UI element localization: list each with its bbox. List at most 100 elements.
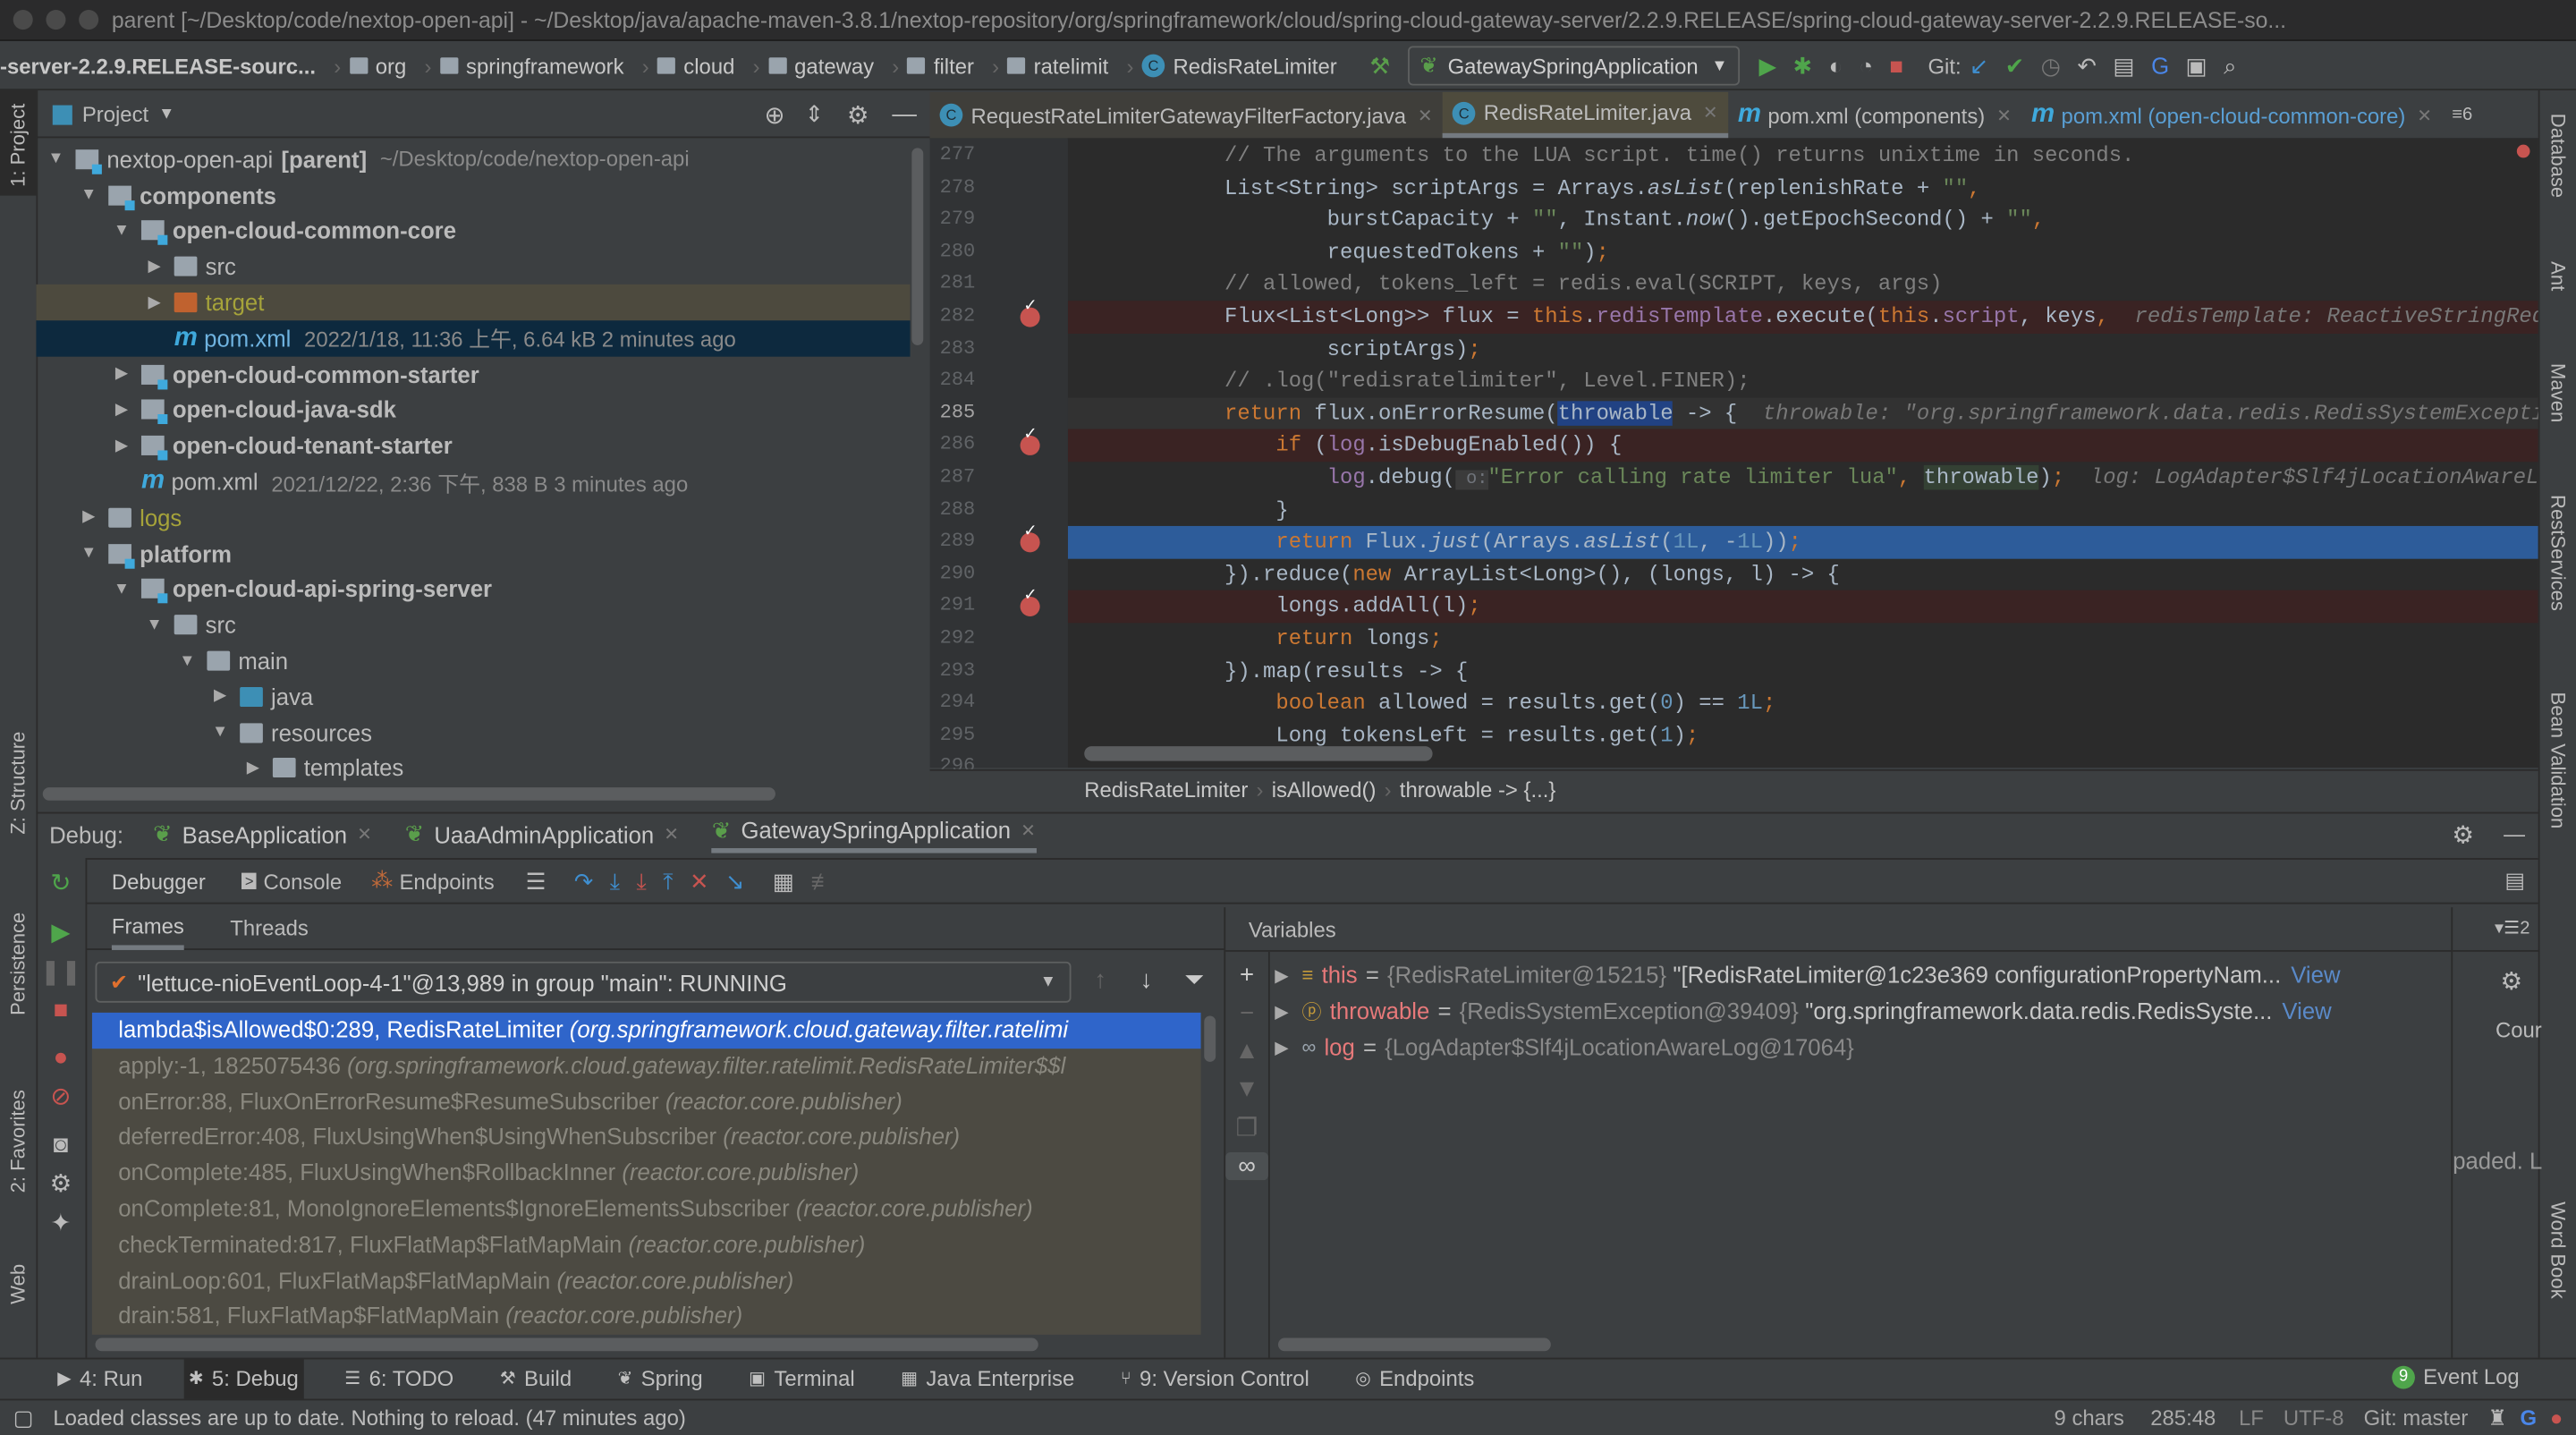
favorites-tool-button[interactable]: 2: Favorites [6,1090,30,1193]
maximize-window-button[interactable] [79,10,99,30]
code-line[interactable]: boolean allowed = results.get(0) == 1L; [1068,687,2538,719]
event-log-button[interactable]: 9 Event Log [2392,1364,2520,1389]
hide-panel-icon[interactable]: — [892,100,917,128]
error-stripe-icon[interactable] [2516,144,2530,158]
project-vertical-scrollbar[interactable] [911,141,927,783]
maven-tool-button[interactable]: Maven [2546,363,2570,422]
evaluate-expression-icon[interactable]: ▦ [773,867,794,895]
expand-arrow-icon[interactable]: ▼ [145,616,165,634]
line-separator[interactable]: LF [2239,1405,2264,1431]
code-line[interactable]: } [1068,494,2538,526]
build-hammer-icon[interactable]: ⚒ [1369,52,1390,80]
code-line[interactable]: if (log.isDebugEnabled()) { [1067,429,2538,463]
tree-item[interactable]: ▼ resources [36,715,910,751]
code-line[interactable]: requestedTokens + ""); [1068,236,2538,268]
nav-crumb[interactable]: cloud [657,54,734,78]
tree-item[interactable]: ▶ templates [36,751,910,783]
settings-icon[interactable]: ⚙ [36,1168,85,1198]
tool-window-run[interactable]: ▶ 4: Run [53,1359,148,1398]
code-line[interactable]: burstCapacity + "", Instant.now().getEpo… [1068,204,2538,236]
nav-crumb[interactable]: C RedisRateLimiter [1141,54,1337,78]
list-icon[interactable]: ▾☰ [2495,919,2520,938]
move-down-icon[interactable]: ▼ [1225,1075,1268,1103]
editor-breadcrumb-item[interactable]: throwable -> {...} [1400,777,1556,802]
editor-horizontal-scrollbar[interactable] [1084,746,1433,761]
tree-item[interactable]: ▼ platform [36,536,910,572]
google-icon[interactable]: G [2521,1405,2538,1431]
expand-arrow-icon[interactable]: ▶ [210,688,230,706]
database-tool-button[interactable]: Database [2546,114,2570,198]
tool-window-terminal[interactable]: ▣ Terminal [744,1359,860,1398]
word-book-tool-button[interactable]: Word Book [2546,1201,2570,1299]
stack-frame[interactable]: onError:88, FluxOnErrorResume$ResumeSubs… [92,1084,1201,1120]
expand-arrow-icon[interactable]: ▼ [210,724,230,742]
force-step-into-icon[interactable]: ⤓ [637,867,647,895]
tree-item[interactable]: m pom.xml 2021/12/22, 2:36 下午, 838 B 3 min… [36,463,910,499]
code-line[interactable]: // .log("redisratelimiter", Level.FINER)… [1068,365,2538,397]
tool-window-vcs[interactable]: ⑂ 9: Version Control [1115,1359,1314,1398]
frames-horizontal-scrollbar[interactable] [95,1337,1038,1352]
tree-item[interactable]: ▼ src [36,607,910,643]
nav-crumb[interactable]: gateway [767,54,874,78]
restservices-tool-button[interactable]: RestServices [2546,495,2570,611]
add-watch-icon[interactable]: + [1225,962,1268,989]
tool-window-javaee[interactable]: ▦ Java Enterprise [896,1359,1080,1398]
code-line[interactable]: // allowed, tokens_left = redis.eval(SCR… [1068,268,2538,301]
view-breakpoints-icon[interactable]: ● [36,1044,85,1072]
tree-item[interactable]: ▶ src [36,249,910,284]
expand-arrow-icon[interactable]: ▶ [1275,1000,1289,1022]
tool-window-endpoints[interactable]: ◎ Endpoints [1351,1359,1479,1398]
previous-frame-icon[interactable]: ↑ [1094,966,1106,994]
bean-validation-tool-button[interactable]: Bean Validation [2546,692,2570,829]
threads-tab[interactable]: Threads [230,915,309,940]
error-notification-icon[interactable]: ● [2550,1405,2563,1431]
code-line[interactable]: Flux<List<Long>> flux = this.redisTempla… [1067,301,2538,334]
drop-frame-icon[interactable]: ✕ [690,867,709,895]
collapse-all-icon[interactable]: ⇕ [805,100,825,128]
code-line[interactable]: List<String> scriptArgs = Arrays.asList(… [1068,172,2538,204]
show-watches-icon[interactable]: ∞ [1225,1151,1268,1181]
translate-icon[interactable]: G [2151,53,2169,79]
expand-arrow-icon[interactable]: ▶ [1275,964,1289,985]
persistence-tool-button[interactable]: Persistence [6,913,30,1015]
git-commit-icon[interactable]: ✔ [2005,52,2025,80]
tree-item[interactable]: m pom.xml 2022/1/18, 11:36 上午, 6.64 kB 2 m… [36,320,911,357]
file-encoding[interactable]: UTF-8 [2284,1405,2344,1431]
editor-tab[interactable]: C RedisRateLimiter.java ✕ [1442,91,1728,139]
gear-icon[interactable]: ⚙ [2500,966,2522,996]
editor-tab[interactable]: m pom.xml (components) ✕ [1728,92,2021,138]
code-line[interactable]: }).reduce(new ArrayList<Long>(), (longs,… [1068,558,2538,590]
variable-row[interactable]: ▶ ⓟ throwable = {RedisSystemException@39409}… [1275,993,2425,1029]
move-up-icon[interactable]: ▲ [1225,1037,1268,1065]
expand-arrow-icon[interactable]: ▶ [112,365,131,383]
code-line[interactable]: return longs; [1068,623,2538,655]
editor-breadcrumb-item[interactable]: isAllowed() [1272,777,1377,802]
stop-icon[interactable]: ■ [36,996,85,1023]
variables-scrollbar[interactable] [1277,1337,1551,1352]
tree-item[interactable]: ▼ open-cloud-api-spring-server [36,572,910,607]
git-history-icon[interactable]: ◷ [2041,52,2061,80]
ant-tool-button[interactable]: Ant [2546,261,2570,291]
expand-arrow-icon[interactable]: ▶ [243,760,263,777]
stack-frame[interactable]: deferredError:408, FluxUsingWhen$UsingWh… [92,1120,1201,1156]
git-branch[interactable]: Git: master [2364,1405,2469,1431]
expand-arrow-icon[interactable]: ▶ [79,508,98,526]
editor-tab[interactable]: C RequestRateLimiterGatewayFilterFactory.… [929,91,1443,139]
close-tab-icon[interactable]: ✕ [2417,105,2432,126]
layout-icon[interactable]: ☰ [526,867,547,895]
close-tab-icon[interactable]: ✕ [357,823,372,845]
caret-position[interactable]: 285:48 [2150,1405,2216,1431]
restore-layout-icon[interactable]: ▤ [2504,868,2525,894]
stack-frame[interactable]: onComplete:81, MonoIgnoreElements$Ignore… [92,1192,1201,1227]
chevron-down-icon[interactable]: ▼ [158,106,174,123]
variable-row[interactable]: ▶ ∞ log = {LogAdapter$Slf4jLocationAwareLog@… [1275,1029,2425,1065]
thread-select[interactable]: ✔ "lettuce-nioEventLoop-4-1"@13,989 in g… [95,961,1072,1003]
view-link[interactable]: View [2282,998,2331,1023]
close-tab-icon[interactable]: ✕ [664,823,679,845]
close-tab-icon[interactable]: ✕ [1996,105,2012,126]
tree-item[interactable]: ▶ open-cloud-common-starter [36,356,910,392]
close-tab-icon[interactable]: ✕ [1703,102,1718,123]
debugger-tab[interactable]: Debugger [112,869,206,894]
view-link[interactable]: View [2291,962,2340,988]
expand-arrow-icon[interactable]: ▶ [145,258,165,276]
